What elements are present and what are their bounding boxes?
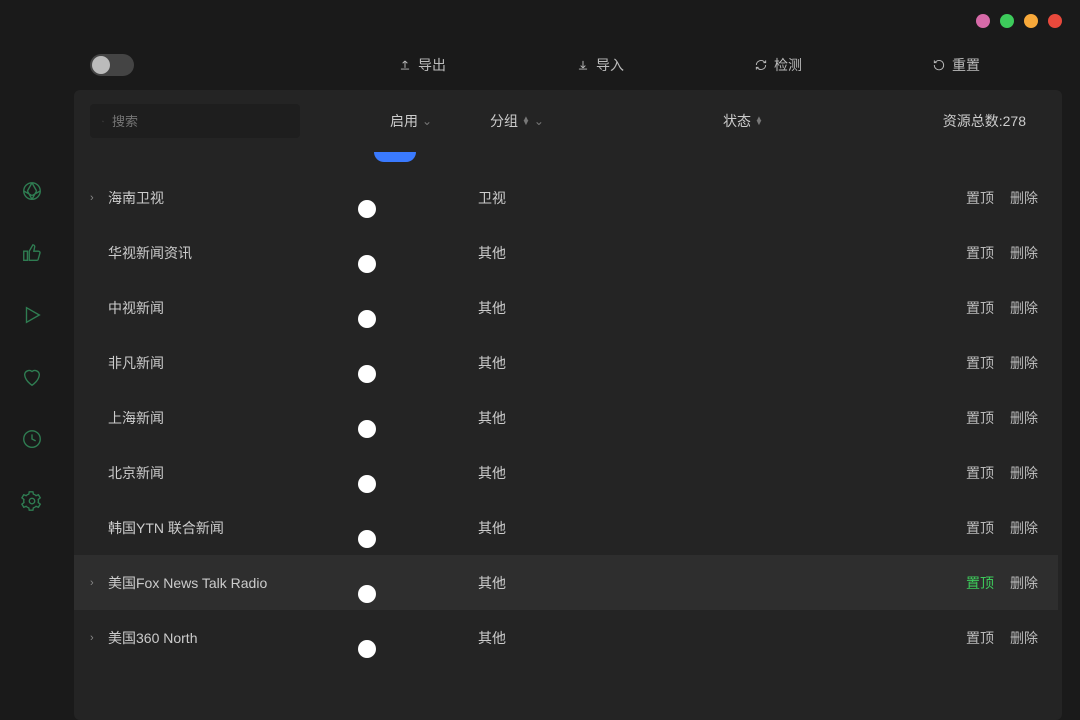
minimize-window-button[interactable] xyxy=(1000,14,1014,28)
export-button[interactable]: 导出 xyxy=(398,55,446,75)
panel-header: 启用 ⌄ 分组 ▲▼ ⌄ 状态 ▲▼ 资源总数:278 xyxy=(74,90,1062,152)
thumbup-icon[interactable] xyxy=(21,242,43,264)
search-input[interactable] xyxy=(112,114,288,129)
detect-button[interactable]: 检测 xyxy=(754,55,802,75)
download-icon xyxy=(576,58,590,72)
pin-button[interactable]: 置顶 xyxy=(966,463,994,483)
main: 导出 导入 检测 重置 启用 xyxy=(74,0,1080,720)
channel-name: 美国Fox News Talk Radio xyxy=(108,573,378,593)
column-group[interactable]: 分组 ▲▼ ⌄ xyxy=(490,111,600,131)
channel-name: 中视新闻 xyxy=(108,298,378,318)
delete-button[interactable]: 删除 xyxy=(1010,188,1038,208)
column-status-label: 状态 xyxy=(723,111,751,131)
group-label: 其他 xyxy=(478,573,588,593)
delete-button[interactable]: 删除 xyxy=(1010,573,1038,593)
delete-button[interactable]: 删除 xyxy=(1010,408,1038,428)
delete-button[interactable]: 删除 xyxy=(1010,353,1038,373)
topbar: 导出 导入 检测 重置 xyxy=(74,40,1080,90)
pin-button[interactable]: 置顶 xyxy=(966,353,994,373)
channel-name: 美国360 North xyxy=(108,628,378,648)
maximize-window-button[interactable] xyxy=(1024,14,1038,28)
channel-name: 海南卫视 xyxy=(108,188,378,208)
table-row[interactable]: 华视新闻资讯 其他 置顶删除 xyxy=(74,225,1058,280)
search-icon xyxy=(102,115,104,128)
table-row[interactable]: ›美国360 North 其他 置顶删除 xyxy=(74,610,1058,665)
reset-label: 重置 xyxy=(952,55,980,75)
chevron-down-icon: ⌄ xyxy=(534,114,544,128)
group-label: 其他 xyxy=(478,408,588,428)
export-label: 导出 xyxy=(418,55,446,75)
clock-icon[interactable] xyxy=(21,428,43,450)
pin-button[interactable]: 置顶 xyxy=(966,298,994,318)
delete-button[interactable]: 删除 xyxy=(1010,518,1038,538)
group-label: 其他 xyxy=(478,518,588,538)
refresh-icon xyxy=(754,58,768,72)
group-label: 其他 xyxy=(478,298,588,318)
panel: 启用 ⌄ 分组 ▲▼ ⌄ 状态 ▲▼ 资源总数:278 xyxy=(74,90,1062,720)
total-count: 资源总数:278 xyxy=(886,111,1046,131)
expand-icon[interactable]: › xyxy=(90,577,108,589)
table-row[interactable]: 北京新闻 其他 置顶删除 xyxy=(74,445,1058,500)
sidebar xyxy=(0,0,64,720)
delete-button[interactable]: 删除 xyxy=(1010,628,1038,648)
group-label: 卫视 xyxy=(478,188,588,208)
expand-icon[interactable]: › xyxy=(90,632,108,644)
sort-icon: ▲▼ xyxy=(522,117,530,125)
delete-button[interactable]: 删除 xyxy=(1010,463,1038,483)
pin-window-button[interactable] xyxy=(976,14,990,28)
expand-icon[interactable]: › xyxy=(90,192,108,204)
table-row[interactable]: 中视新闻 其他 置顶删除 xyxy=(74,280,1058,335)
table-row[interactable]: ›海南卫视 卫视 置顶删除 xyxy=(74,170,1058,225)
pin-button[interactable]: 置顶 xyxy=(966,243,994,263)
close-window-button[interactable] xyxy=(1048,14,1062,28)
reset-button[interactable]: 重置 xyxy=(932,55,980,75)
pin-button[interactable]: 置顶 xyxy=(966,408,994,428)
reset-icon xyxy=(932,58,946,72)
delete-button[interactable]: 删除 xyxy=(1010,298,1038,318)
group-label: 其他 xyxy=(478,463,588,483)
column-enable[interactable]: 启用 ⌄ xyxy=(390,111,490,131)
import-button[interactable]: 导入 xyxy=(576,55,624,75)
group-label: 其他 xyxy=(478,243,588,263)
channel-name: 韩国YTN 联合新闻 xyxy=(108,518,378,538)
upload-icon xyxy=(398,58,412,72)
delete-button[interactable]: 删除 xyxy=(1010,243,1038,263)
pin-button[interactable]: 置顶 xyxy=(966,628,994,648)
play-icon[interactable] xyxy=(21,304,43,326)
table-row[interactable]: ›美国Fox News Talk Radio 其他 置顶删除 xyxy=(74,555,1058,610)
table-row[interactable]: 非凡新闻 其他 置顶删除 xyxy=(74,335,1058,390)
heart-icon[interactable] xyxy=(21,366,43,388)
search-box[interactable] xyxy=(90,104,300,138)
table-row-partial xyxy=(74,152,1058,170)
settings-icon[interactable] xyxy=(21,490,43,512)
detect-label: 检测 xyxy=(774,55,802,75)
table-header: 启用 ⌄ 分组 ▲▼ ⌄ 状态 ▲▼ 资源总数:278 xyxy=(320,111,1046,131)
chevron-down-icon: ⌄ xyxy=(422,114,432,128)
table-body[interactable]: ›海南卫视卫视置顶删除华视新闻资讯其他置顶删除中视新闻其他置顶删除非凡新闻其他置… xyxy=(74,152,1062,720)
import-label: 导入 xyxy=(596,55,624,75)
group-label: 其他 xyxy=(478,628,588,648)
aperture-icon[interactable] xyxy=(21,180,43,202)
pin-button[interactable]: 置顶 xyxy=(966,573,994,593)
channel-name: 上海新闻 xyxy=(108,408,378,428)
enable-toggle[interactable] xyxy=(374,152,416,162)
column-enable-label: 启用 xyxy=(390,111,418,131)
pin-button[interactable]: 置顶 xyxy=(966,518,994,538)
sort-icon: ▲▼ xyxy=(755,117,763,125)
master-toggle[interactable] xyxy=(90,54,134,76)
column-group-label: 分组 xyxy=(490,111,518,131)
table-row[interactable]: 上海新闻 其他 置顶删除 xyxy=(74,390,1058,445)
column-status[interactable]: 状态 ▲▼ xyxy=(600,111,886,131)
table-row[interactable]: 韩国YTN 联合新闻 其他 置顶删除 xyxy=(74,500,1058,555)
channel-name: 华视新闻资讯 xyxy=(108,243,378,263)
channel-name: 非凡新闻 xyxy=(108,353,378,373)
channel-name: 北京新闻 xyxy=(108,463,378,483)
window-controls xyxy=(976,14,1062,28)
pin-button[interactable]: 置顶 xyxy=(966,188,994,208)
group-label: 其他 xyxy=(478,353,588,373)
